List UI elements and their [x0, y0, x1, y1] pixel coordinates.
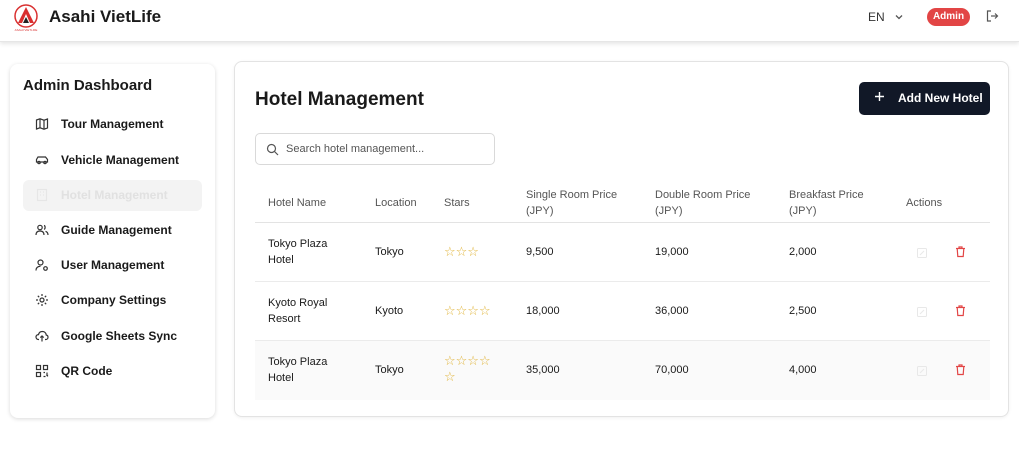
users-icon	[35, 223, 49, 237]
hotel-name-line: Resort	[268, 313, 301, 325]
sidebar-item-label: Tour Management	[61, 117, 164, 131]
location-cell: Kyoto	[375, 305, 404, 317]
delete-icon[interactable]	[954, 245, 967, 258]
sidebar-item-company-settings[interactable]: Company Settings	[23, 285, 202, 316]
column-header-hotel-name[interactable]: Hotel Name	[268, 195, 326, 211]
sidebar-item-label: Guide Management	[61, 223, 172, 237]
plus-icon	[873, 90, 886, 103]
sidebar-item-label: Google Sheets Sync	[61, 329, 178, 343]
delete-icon[interactable]	[954, 304, 967, 317]
edit-icon[interactable]	[916, 364, 928, 376]
sidebar-item-label: QR Code	[61, 364, 113, 378]
hotel-management-panel: Hotel Management Add New Hotel Hotel Nam…	[234, 61, 1009, 417]
chevron-down-icon[interactable]	[893, 10, 905, 22]
column-header-stars[interactable]: Stars	[444, 195, 470, 211]
search-box[interactable]	[255, 133, 495, 165]
column-header-unit: (JPY)	[789, 205, 817, 217]
sidebar-item-hotel-management[interactable]: Hotel Management	[23, 180, 202, 211]
add-new-hotel-label: Add New Hotel	[898, 91, 983, 105]
sidebar-title: Admin Dashboard	[23, 77, 153, 94]
cloud-sync-icon	[35, 329, 49, 343]
sidebar-item-vehicle-management[interactable]: Vehicle Management	[23, 145, 202, 176]
hotel-name-line: Tokyo Plaza	[268, 238, 328, 250]
brand-name: Asahi VietLife	[49, 7, 162, 26]
map-icon	[35, 117, 49, 131]
qr-code-icon	[35, 364, 49, 378]
single-price-cell: 35,000	[526, 364, 560, 376]
search-icon	[266, 143, 279, 156]
hotel-name-cell: Tokyo Plaza Hotel	[268, 236, 327, 268]
breakfast-price-cell: 2,500	[789, 305, 817, 317]
column-header-double-price[interactable]: Double Room Price (JPY)	[655, 187, 750, 219]
edit-icon[interactable]	[916, 305, 928, 317]
star-icons: ☆☆☆☆	[444, 353, 491, 368]
hotel-name-line: Kyoto Royal	[268, 297, 328, 309]
gear-icon	[35, 293, 49, 307]
star-icons: ☆	[444, 369, 456, 384]
sidebar-item-guide-management[interactable]: Guide Management	[23, 215, 202, 246]
star-rating: ☆☆☆☆ ☆	[444, 353, 491, 385]
single-price-cell: 18,000	[526, 305, 560, 317]
logout-icon[interactable]	[985, 9, 999, 23]
star-rating: ☆☆☆☆	[444, 303, 491, 319]
page-title: Hotel Management	[255, 89, 424, 110]
star-icons: ☆☆☆☆	[444, 303, 491, 318]
column-header-unit: (JPY)	[655, 205, 683, 217]
sidebar-item-label: Vehicle Management	[61, 153, 180, 167]
sidebar-item-label: Company Settings	[61, 293, 167, 307]
building-icon	[35, 188, 49, 202]
language-selector[interactable]: EN	[868, 10, 885, 24]
star-rating: ☆☆☆	[444, 244, 479, 260]
car-icon	[35, 153, 49, 167]
brand-logo[interactable]: ASAHI VIETLIFE	[12, 4, 40, 32]
star-icons: ☆☆☆	[444, 244, 479, 259]
double-price-cell: 19,000	[655, 246, 689, 258]
sidebar-item-label: User Management	[61, 258, 165, 272]
sidebar-item-user-management[interactable]: User Management	[23, 250, 202, 281]
column-header-text: Double Room Price	[655, 189, 751, 201]
sidebar-item-tour-management[interactable]: Tour Management	[23, 109, 202, 140]
hotel-name-cell: Tokyo Plaza Hotel	[268, 354, 327, 386]
table-row[interactable]: Tokyo Plaza Hotel Tokyo ☆☆☆ 9,500 19,000…	[255, 223, 990, 282]
double-price-cell: 36,000	[655, 305, 689, 317]
location-cell: Tokyo	[375, 364, 404, 376]
column-header-actions: Actions	[906, 197, 943, 209]
table-row[interactable]: Kyoto Royal Resort Kyoto ☆☆☆☆ 18,000 36,…	[255, 282, 990, 341]
add-new-hotel-button[interactable]: Add New Hotel	[859, 82, 990, 115]
table-row[interactable]: Tokyo Plaza Hotel Tokyo ☆☆☆☆ ☆ 35,000 70…	[255, 341, 990, 400]
column-header-location[interactable]: Location	[375, 195, 417, 211]
hotel-name-line: Hotel	[268, 254, 294, 266]
location-cell: Tokyo	[375, 246, 404, 258]
sidebar-item-qr-code[interactable]: QR Code	[23, 356, 202, 387]
sidebar-item-google-sheets-sync[interactable]: Google Sheets Sync	[23, 321, 202, 352]
double-price-cell: 70,000	[655, 364, 689, 376]
hotel-name-line: Tokyo Plaza	[268, 356, 328, 368]
single-price-cell: 9,500	[526, 246, 554, 258]
column-header-unit: (JPY)	[526, 205, 554, 217]
sidebar-item-label: Hotel Management	[61, 188, 168, 202]
role-badge[interactable]: Admin	[927, 8, 970, 26]
hotel-name-line: Hotel	[268, 372, 294, 384]
top-header: ASAHI VIETLIFE Asahi VietLife EN Admin	[0, 0, 1019, 42]
column-header-single-price[interactable]: Single Room Price (JPY)	[526, 187, 617, 219]
logo-caption: ASAHI VIETLIFE	[14, 28, 38, 32]
breakfast-price-cell: 4,000	[789, 364, 817, 376]
edit-icon[interactable]	[916, 246, 928, 258]
user-cog-icon	[35, 258, 49, 272]
sidebar: Admin Dashboard Tour Management Vehicle …	[10, 64, 215, 418]
search-input[interactable]	[286, 140, 486, 158]
column-header-text: Breakfast Price	[789, 189, 864, 201]
column-header-text: Single Room Price	[526, 189, 618, 201]
breakfast-price-cell: 2,000	[789, 246, 817, 258]
delete-icon[interactable]	[954, 363, 967, 376]
column-header-breakfast-price[interactable]: Breakfast Price (JPY)	[789, 187, 864, 219]
hotel-name-cell: Kyoto Royal Resort	[268, 295, 327, 327]
